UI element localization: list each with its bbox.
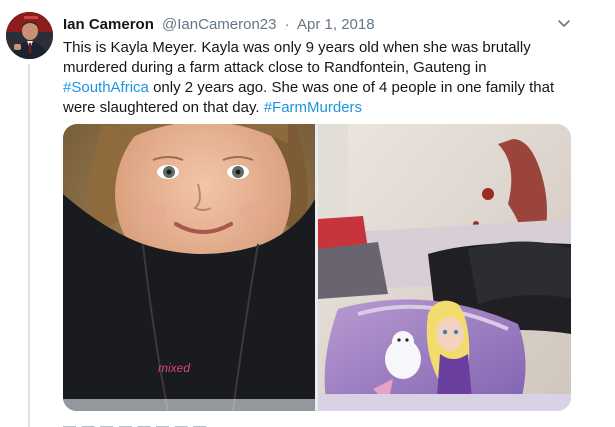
shirt-print: mixed xyxy=(158,361,190,375)
tweet-text-line: This is Kayla Meyer. Kayla was only 9 ye… xyxy=(63,39,531,56)
author-avatar[interactable] xyxy=(6,12,53,59)
tweet-card[interactable]: Ian Cameron @IanCameron23 · Apr 1, 2018 … xyxy=(0,0,615,427)
author-handle[interactable]: @IanCameron23 xyxy=(162,16,276,33)
tweet-text-fragment: were slaughtered on that day. xyxy=(63,99,260,116)
tweet-date[interactable]: Apr 1, 2018 xyxy=(297,16,375,33)
author-name[interactable]: Ian Cameron xyxy=(63,16,154,33)
hashtag-link[interactable]: #SouthAfrica xyxy=(63,79,149,96)
pillow-photo[interactable] xyxy=(318,124,571,411)
thread-line xyxy=(28,64,30,427)
chevron-down-icon[interactable] xyxy=(556,17,572,31)
tweet-text-line: murdered during a farm attack close to R… xyxy=(63,59,487,76)
media-grid: mixed xyxy=(63,124,571,411)
tweet-text-line: were slaughtered on that day. #FarmMurde… xyxy=(63,98,583,118)
tweet-header: Ian Cameron @IanCameron23 · Apr 1, 2018 xyxy=(63,15,375,35)
tweet-text-fragment: only 2 years ago. She was one of 4 peopl… xyxy=(153,79,555,96)
tweet-text: This is Kayla Meyer. Kayla was only 9 ye… xyxy=(63,38,583,118)
header-separator: · xyxy=(284,16,290,33)
hashtag-link[interactable]: #FarmMurders xyxy=(264,99,362,116)
tweet-text-line: #SouthAfrica only 2 years ago. She was o… xyxy=(63,78,583,98)
action-bar-cutoff: — — — — — — — — xyxy=(63,418,208,427)
girl-photo[interactable]: mixed xyxy=(63,124,315,411)
